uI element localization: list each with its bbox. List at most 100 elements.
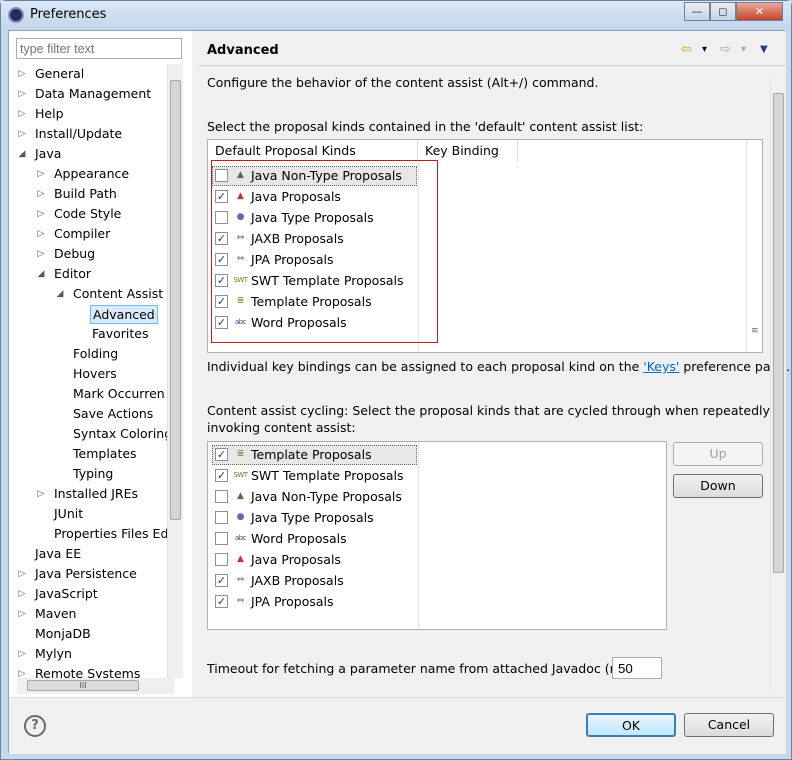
ok-button[interactable]: OK <box>586 713 676 737</box>
twisty-icon[interactable]: ▷ <box>36 184 46 204</box>
tree-item-label: JavaScript <box>35 586 98 601</box>
tree-item-label: Java EE <box>35 546 82 561</box>
up-button[interactable]: Up <box>673 442 763 466</box>
proposal-checkbox[interactable] <box>215 553 228 566</box>
minimize-button[interactable]: — <box>684 2 710 21</box>
proposal-checkbox[interactable] <box>215 511 228 524</box>
tree-item-label: Content Assist <box>73 286 164 301</box>
proposal-row[interactable]: ▲ Java Non-Type Proposals <box>210 486 417 507</box>
twisty-icon[interactable]: ▷ <box>36 224 46 244</box>
back-arrow-icon[interactable]: ⇦ <box>681 41 692 59</box>
twisty-icon[interactable]: ◢ <box>17 144 27 164</box>
proposal-checkbox[interactable] <box>215 532 228 545</box>
page-description: Configure the behavior of the content as… <box>207 75 599 90</box>
twisty-icon[interactable]: ◢ <box>36 264 46 284</box>
page-title: Advanced <box>207 43 279 58</box>
left-pane: ▷ General ▷ Data Management ▷ Help ▷ Install/Up… <box>9 31 192 697</box>
proposal-label: JAXB Proposals <box>251 573 344 588</box>
proposal-checkbox[interactable]: ✓ <box>215 469 228 482</box>
template-icon: ≣ <box>236 449 245 459</box>
cancel-button[interactable]: Cancel <box>684 713 774 737</box>
twisty-icon[interactable]: ▷ <box>36 484 46 504</box>
keys-link[interactable]: 'Keys' <box>643 359 679 374</box>
tree-item-label: Mylyn <box>35 646 72 661</box>
tree-item-label: Java <box>35 146 62 161</box>
proposal-row[interactable]: ✓ ⇔ JPA Proposals <box>210 591 417 612</box>
tree-hscroll-thumb[interactable]: III <box>27 680 139 691</box>
proposal-label: Java Non-Type Proposals <box>251 489 402 504</box>
proposal-row[interactable]: ▲ Java Proposals <box>210 549 417 570</box>
preference-tree: ▷ General ▷ Data Management ▷ Help ▷ Install/Up… <box>17 64 174 680</box>
close-button[interactable]: ✕ <box>736 2 783 21</box>
proposal-checkbox[interactable]: ✓ <box>215 448 228 461</box>
help-icon[interactable]: ? <box>24 715 46 737</box>
twisty-icon[interactable]: ▷ <box>17 124 27 144</box>
preferences-window: Preferences — ◻ ✕ ▷ General ▷ Data Manageme… <box>0 0 792 760</box>
twisty-icon[interactable]: ▷ <box>17 104 27 124</box>
twisty-icon[interactable]: ◢ <box>55 284 65 304</box>
header-divider <box>198 65 786 66</box>
tree-item-label: Typing <box>73 466 114 481</box>
filter-input[interactable] <box>16 38 182 59</box>
java-non-type-icon: ▲ <box>237 491 244 501</box>
jpa-icon: ⇔ <box>236 596 245 606</box>
page-scroll-thumb[interactable] <box>773 93 784 573</box>
tree-item-label: Save Actions <box>73 406 154 421</box>
title-bar[interactable]: Preferences — ◻ ✕ <box>1 1 791 29</box>
column-header-key-binding[interactable]: Key Binding <box>418 140 518 162</box>
tree-item-label: Build Path <box>54 186 117 201</box>
back-menu-icon[interactable]: ▾ <box>702 41 707 59</box>
twisty-icon[interactable]: ▷ <box>36 244 46 264</box>
tree-item-label: Appearance <box>54 166 130 181</box>
tree-item-label: Hovers <box>73 366 117 381</box>
proposal-row[interactable]: ● Java Type Proposals <box>210 507 417 528</box>
tree-horizontal-scrollbar[interactable]: III <box>17 678 174 694</box>
tree-item-label: Templates <box>73 446 137 461</box>
view-menu-icon[interactable]: ▼ <box>760 41 768 59</box>
proposal-label: SWT Template Proposals <box>251 468 404 483</box>
page-vertical-scrollbar[interactable] <box>770 79 786 689</box>
proposal-checkbox[interactable]: ✓ <box>215 574 228 587</box>
timeout-field[interactable] <box>612 657 662 679</box>
twisty-icon[interactable]: ▷ <box>36 204 46 224</box>
table-scrollbar[interactable]: ≡ <box>746 140 762 352</box>
forward-menu-icon[interactable]: ▾ <box>741 41 746 59</box>
forward-arrow-icon[interactable]: ⇨ <box>720 41 731 59</box>
twisty-icon[interactable]: ▷ <box>17 604 27 624</box>
tree-vertical-scrollbar[interactable] <box>167 64 183 678</box>
tree-scroll-thumb[interactable] <box>170 80 181 520</box>
proposal-label: Template Proposals <box>251 447 372 462</box>
twisty-icon[interactable]: ▷ <box>17 564 27 584</box>
tree-item-label: Syntax Coloring <box>73 426 173 441</box>
proposal-row[interactable]: ✓ ≣ Template Proposals <box>210 444 417 465</box>
window-title: Preferences <box>30 7 107 22</box>
tree-item-label: Maven <box>35 606 77 621</box>
tree-item-label: Favorites <box>92 326 149 341</box>
tree-item-label: Installed JREs <box>54 486 139 501</box>
twisty-icon[interactable]: ▷ <box>17 644 27 664</box>
down-button[interactable]: Down <box>673 474 763 498</box>
java-proposals-icon: ▲ <box>237 554 244 564</box>
keys-note-prefix: Individual key bindings can be assigned … <box>207 359 644 374</box>
column-header-kinds[interactable]: Default Proposal Kinds <box>208 140 418 162</box>
twisty-icon[interactable]: ▷ <box>17 84 27 104</box>
tree-item-label: Properties Files Ed <box>54 526 169 541</box>
twisty-icon[interactable]: ▷ <box>17 584 27 604</box>
maximize-button[interactable]: ◻ <box>710 2 736 21</box>
proposal-row[interactable]: abc Word Proposals <box>210 528 417 549</box>
dialog-footer: ? OK Cancel <box>9 697 786 754</box>
twisty-icon[interactable]: ▷ <box>17 64 27 84</box>
tree-item-label: Code Style <box>54 206 122 221</box>
proposal-label: JPA Proposals <box>251 594 334 609</box>
proposal-checkbox[interactable] <box>215 490 228 503</box>
proposal-checkbox[interactable]: ✓ <box>215 595 228 608</box>
tree-item-label: General <box>35 66 85 81</box>
default-list-label: Select the proposal kinds contained in t… <box>207 119 644 134</box>
tree-item-label: Advanced <box>90 305 158 324</box>
tree-item-label: Data Management <box>35 86 152 101</box>
highlight-box <box>211 160 438 343</box>
tree-item-label: JUnit <box>54 506 84 521</box>
twisty-icon[interactable]: ▷ <box>36 164 46 184</box>
proposal-row[interactable]: ✓ SWT SWT Template Proposals <box>210 465 417 486</box>
proposal-row[interactable]: ✓ ⇔ JAXB Proposals <box>210 570 417 591</box>
